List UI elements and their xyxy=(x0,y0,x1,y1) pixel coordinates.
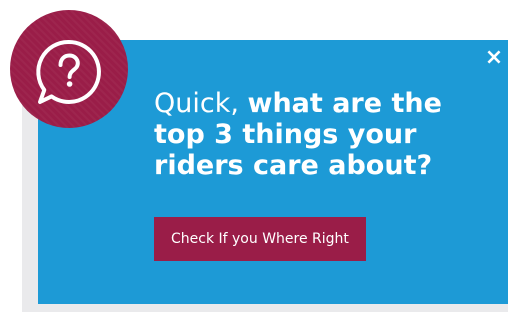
question-badge xyxy=(10,10,128,128)
headline-lead: Quick, xyxy=(154,88,248,119)
check-answers-button[interactable]: Check If you Where Right xyxy=(154,217,366,261)
modal-headline: Quick, what are the top 3 things your ri… xyxy=(154,88,474,181)
popup-stage: × Quick, what are the top 3 things your … xyxy=(0,0,508,312)
question-speech-bubble-icon xyxy=(36,39,101,104)
close-button[interactable]: × xyxy=(484,47,504,69)
